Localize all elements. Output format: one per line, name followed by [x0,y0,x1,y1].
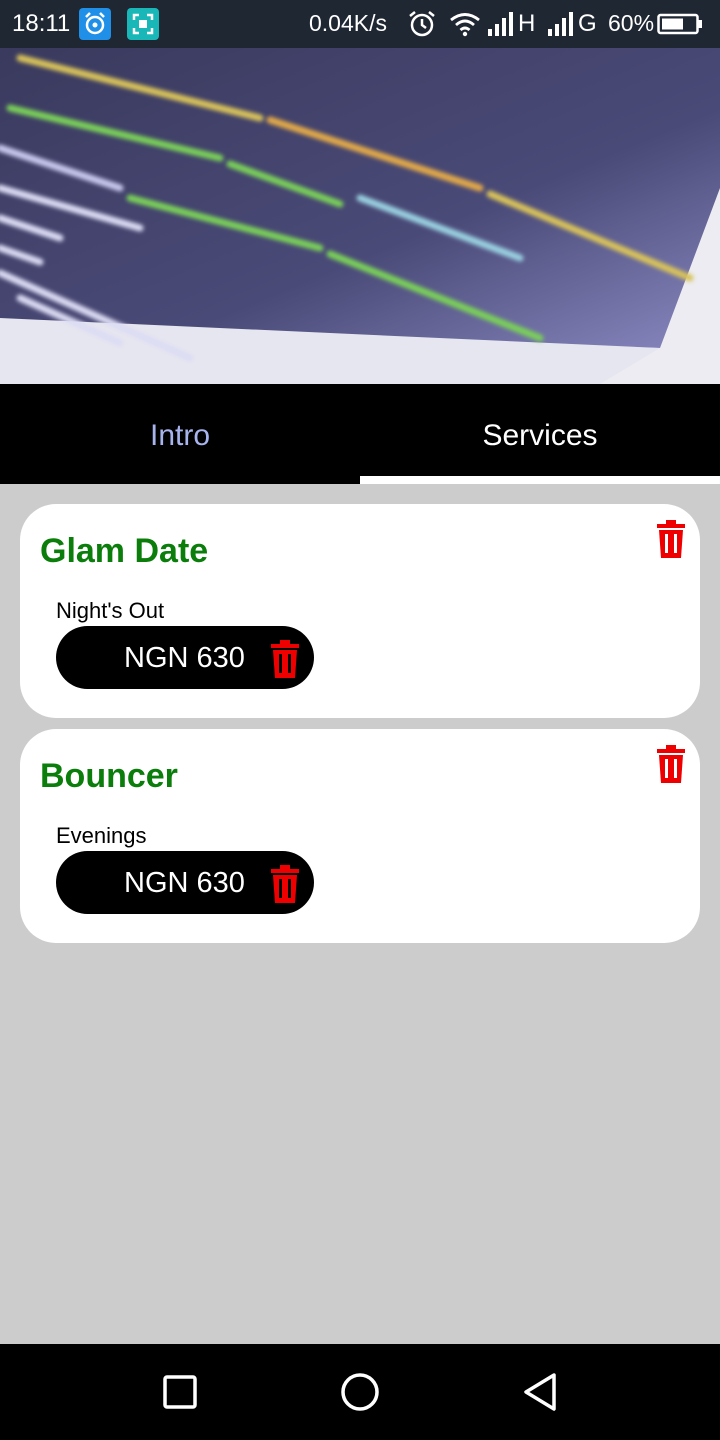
network-type-1: H [518,10,536,37]
service-card: Glam Date Night's Out NGN 630 [20,504,700,718]
home-icon[interactable] [340,1372,380,1412]
tab-services[interactable]: Services [360,384,720,484]
recents-icon[interactable] [160,1372,200,1412]
delete-price-icon[interactable] [270,865,300,903]
delete-price-icon[interactable] [270,640,300,678]
header-image [0,48,720,384]
alarm-icon [409,11,435,37]
price-chip[interactable]: NGN 630 [56,626,314,689]
service-item-label: Night's Out [56,598,165,623]
screenshot-icon [127,8,159,40]
delete-service-icon[interactable] [656,745,686,783]
signal-icon [548,12,573,36]
signal-icon [488,12,513,36]
service-title: Glam Date [40,532,209,570]
service-item-label: Evenings [56,823,147,848]
battery-percent: 60% [608,10,655,36]
network-type-2: G [578,10,597,37]
wifi-icon [450,13,480,37]
price-text: NGN 630 [124,642,245,674]
tab-bar: Intro Services [0,384,720,484]
tab-selected-indicator [360,476,720,484]
status-time: 18:11 [12,10,71,37]
battery-icon [657,13,702,35]
price-text: NGN 630 [124,867,245,899]
status-bar: 18:11 0.04K/s H G 60% [0,0,720,48]
tab-intro[interactable]: Intro [0,384,360,484]
network-speed: 0.04K/s [309,10,387,36]
delete-service-icon[interactable] [656,520,686,558]
back-icon[interactable] [520,1372,560,1412]
service-card: Bouncer Evenings NGN 630 [20,729,700,943]
price-chip[interactable]: NGN 630 [56,851,314,914]
app-notification-icon [79,8,111,40]
navigation-bar [0,1344,720,1440]
service-title: Bouncer [40,757,178,795]
